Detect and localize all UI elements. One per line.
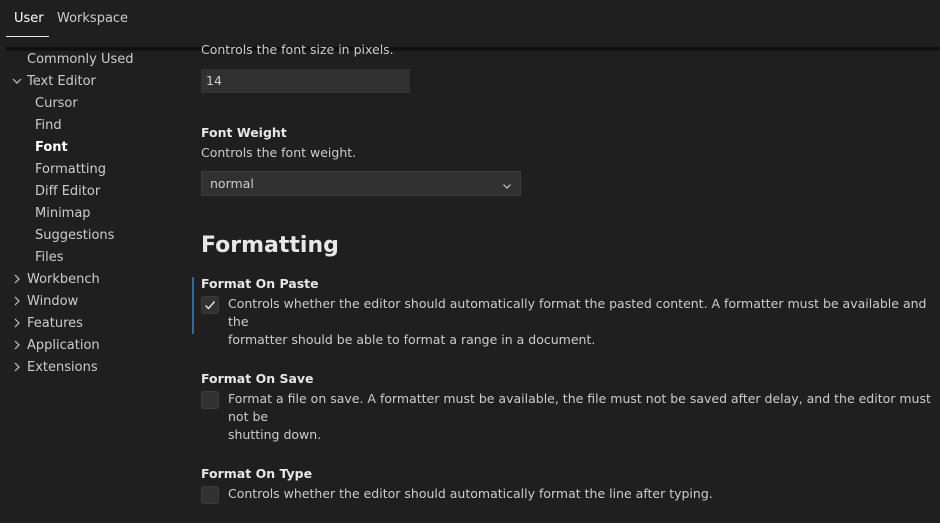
settings-scope-tabs: User Workspace <box>0 0 940 50</box>
format-on-paste-description: Controls whether the editor should autom… <box>228 295 938 349</box>
chevron-right-icon[interactable] <box>11 273 23 285</box>
format-on-save-description-line1: Format a file on save. A formatter must … <box>228 391 931 424</box>
format-on-paste-title: Format On Paste <box>201 276 319 291</box>
font-weight-description: Controls the font weight. <box>201 145 357 160</box>
toc-item-label: Cursor <box>35 96 78 111</box>
chevron-down-icon[interactable] <box>11 75 23 87</box>
format-on-save-description-line2: shutting down. <box>228 427 322 442</box>
toc-item-find[interactable]: Find <box>35 118 62 133</box>
font-size-description: Controls the font size in pixels. <box>201 44 394 57</box>
font-size-input[interactable]: 14 <box>201 69 410 93</box>
format-on-type-description: Controls whether the editor should autom… <box>228 486 713 501</box>
toc-item-label: Suggestions <box>35 228 115 243</box>
toc-item-application[interactable]: Application <box>14 338 100 353</box>
format-on-type-checkbox[interactable] <box>201 486 219 504</box>
settings-editor: User Workspace Commonly Used Text Editor… <box>0 0 940 523</box>
chevron-right-icon[interactable] <box>11 317 23 329</box>
format-on-save-description: Format a file on save. A formatter must … <box>228 390 938 444</box>
toc-item-label: Extensions <box>27 360 98 375</box>
toc-item-files[interactable]: Files <box>35 250 64 265</box>
format-on-paste-description-line2: formatter should be able to format a ran… <box>228 332 596 347</box>
settings-list: Controls the font size in pixels. 14 Fon… <box>190 44 940 523</box>
format-on-paste-checkbox[interactable] <box>201 296 219 314</box>
format-on-save-checkbox[interactable] <box>201 391 219 409</box>
chevron-right-icon[interactable] <box>11 295 23 307</box>
toc-item-label: Diff Editor <box>35 184 101 199</box>
font-weight-value: normal <box>210 176 254 191</box>
toc-item-label: Application <box>27 338 100 353</box>
toc-item-features[interactable]: Features <box>14 316 83 331</box>
active-tab-indicator <box>6 36 49 37</box>
focused-setting-indicator <box>192 277 194 334</box>
format-on-type-title: Format On Type <box>201 466 313 481</box>
toc-item-suggestions[interactable]: Suggestions <box>35 228 114 243</box>
toc-item-minimap[interactable]: Minimap <box>35 206 91 221</box>
toc-item-label: Minimap <box>35 206 91 221</box>
toc-item-label: Formatting <box>35 162 107 177</box>
format-on-paste-description-line1: Controls whether the editor should autom… <box>228 296 927 329</box>
toc-item-commonly-used[interactable]: Commonly Used <box>27 52 134 67</box>
font-weight-title: Font Weight <box>201 125 287 140</box>
settings-toc-tree: Commonly Used Text Editor Cursor Find Fo… <box>0 50 180 523</box>
toc-item-label: Features <box>27 316 83 331</box>
toc-item-extensions[interactable]: Extensions <box>14 360 98 375</box>
toc-item-label: Window <box>27 294 79 309</box>
tab-user[interactable]: User <box>14 11 44 26</box>
toc-item-workbench[interactable]: Workbench <box>14 272 100 287</box>
toc-item-font[interactable]: Font <box>35 140 68 155</box>
toc-item-label: Commonly Used <box>27 52 134 67</box>
toc-item-window[interactable]: Window <box>14 294 79 309</box>
formatting-section-heading: Formatting <box>201 233 339 258</box>
format-on-save-title: Format On Save <box>201 371 314 386</box>
check-icon <box>205 301 216 310</box>
toc-item-text-editor[interactable]: Text Editor <box>12 74 96 89</box>
toc-item-label: Find <box>35 118 62 133</box>
toc-item-diff-editor[interactable]: Diff Editor <box>35 184 100 199</box>
chevron-right-icon[interactable] <box>11 361 23 373</box>
tab-workspace[interactable]: Workspace <box>57 11 128 26</box>
toc-item-label: Workbench <box>27 272 100 287</box>
toc-item-formatting[interactable]: Formatting <box>35 162 106 177</box>
chevron-right-icon[interactable] <box>11 339 23 351</box>
font-weight-select[interactable]: normal <box>201 171 521 196</box>
toc-item-label: Font <box>35 140 68 155</box>
toc-item-label: Files <box>35 250 64 265</box>
chevron-down-icon <box>502 179 512 194</box>
toc-item-cursor[interactable]: Cursor <box>35 96 78 111</box>
toc-item-label: Text Editor <box>27 74 96 89</box>
